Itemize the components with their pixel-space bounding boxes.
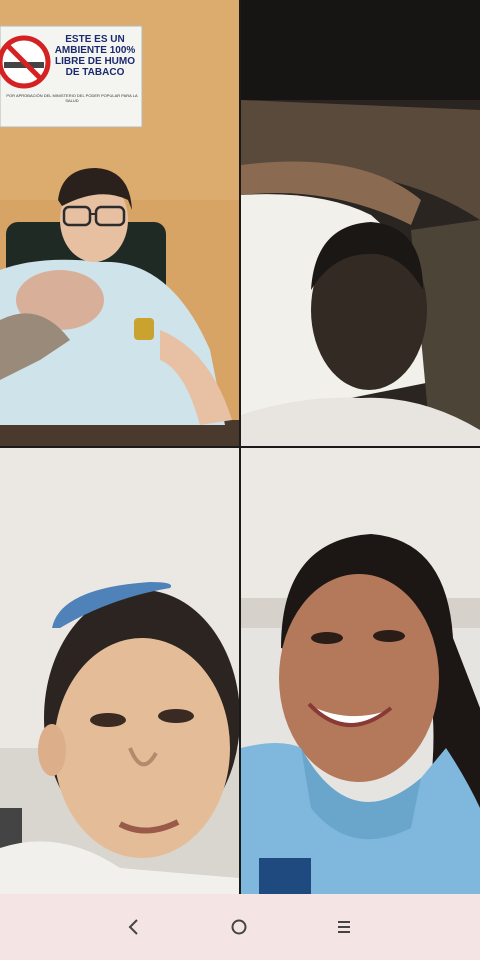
back-button[interactable] <box>104 906 164 948</box>
video-feed-4 <box>241 448 480 894</box>
video-feed-3 <box>0 448 239 894</box>
circle-home-icon <box>231 919 247 935</box>
tobacco-sign-footer: POR APROBACIÓN DEL MINISTERIO DEL PODER … <box>6 93 138 103</box>
recents-button[interactable] <box>314 906 374 948</box>
system-navigation-bar <box>0 894 480 960</box>
video-tile-participant-2[interactable] <box>241 0 480 446</box>
tobacco-sign-text: ESTE ES UN AMBIENTE 100% LIBRE DE HUMO D… <box>54 34 136 78</box>
video-tile-participant-3[interactable] <box>0 448 239 894</box>
video-call-grid: ESTE ES UN AMBIENTE 100% LIBRE DE HUMO D… <box>0 0 480 894</box>
menu-lines-icon <box>338 921 350 933</box>
home-button[interactable] <box>209 906 269 948</box>
video-tile-participant-4[interactable] <box>241 448 480 894</box>
video-feed-2 <box>241 0 480 446</box>
chevron-left-icon <box>128 919 138 935</box>
video-tile-participant-1[interactable]: ESTE ES UN AMBIENTE 100% LIBRE DE HUMO D… <box>0 0 239 446</box>
